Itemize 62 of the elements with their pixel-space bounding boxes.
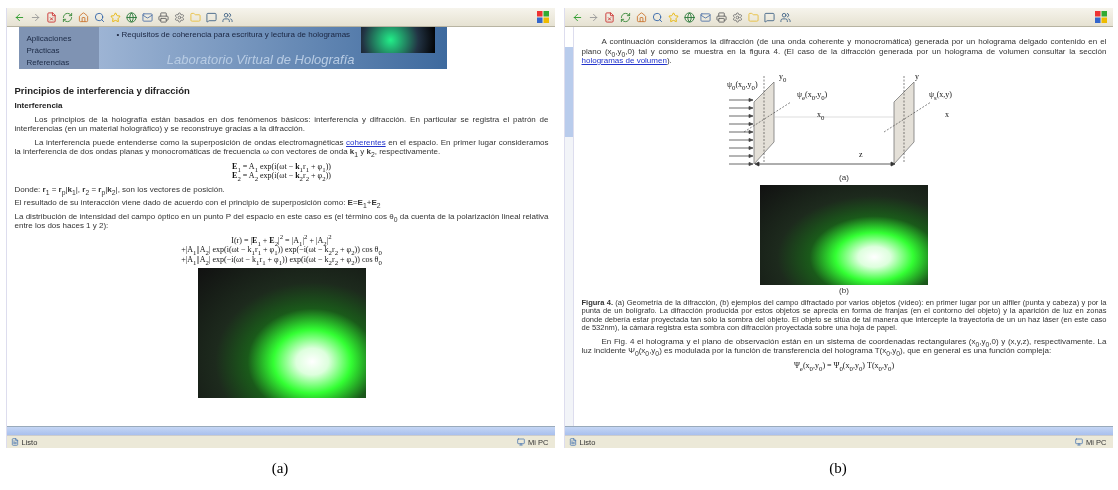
tools-button[interactable] <box>172 10 186 24</box>
link[interactable]: coherentes <box>346 137 386 147</box>
computer-icon <box>517 438 526 446</box>
subsection-heading: Interferencia <box>14 101 64 111</box>
horizontal-scrollbar[interactable] <box>6 426 555 435</box>
figure-label: (a) <box>839 172 849 182</box>
stop-button[interactable] <box>44 10 58 24</box>
nav-link[interactable]: Prácticas <box>26 46 99 55</box>
page-icon <box>568 438 577 446</box>
print-button[interactable] <box>156 10 170 24</box>
paragraph: La interferencia puede entenderse como la superposición de ondas electromagnéticas coherentes en el espacio. En primer lugar consideramos la interferencia de dos ondas planas y monocromáticas de frecuencia ω con vectores de onda k$_{1}$ y k$_{2}$, respectivamente. <box>14 137 549 157</box>
diagram-label: x$_{0}$ <box>817 109 825 119</box>
incoming-arrows-drawing <box>728 97 754 166</box>
section-heading: Principios de interferencia y difracción <box>14 85 191 96</box>
figure-caption: (b) <box>829 460 847 477</box>
equation-line: E$_{2}$ = A$_{2}$ exp(i(ωt − k$_{2}$r$_{2}$ + φ$_{2}$)) <box>232 171 331 181</box>
diagram-label: y <box>915 71 919 81</box>
windows-logo-icon <box>1094 11 1107 23</box>
diagram-label: ψ$_{s}$(x,y) <box>929 89 952 99</box>
search-button[interactable] <box>650 10 664 24</box>
refresh-button[interactable] <box>60 10 74 24</box>
search-button[interactable] <box>92 10 106 24</box>
mail-button[interactable] <box>698 10 712 24</box>
paragraph: La distribución de intensidad del campo óptico en un punto P del espacio en este caso es (el término cos θ$_{0}$ da cuenta de la polarización lineal relativa entre los dos haces 1 y 2): <box>14 211 549 231</box>
contacts-button[interactable] <box>220 10 234 24</box>
tools-button[interactable] <box>730 10 744 24</box>
stop-button[interactable] <box>602 10 616 24</box>
home-button[interactable] <box>634 10 648 24</box>
horizontal-scrollbar[interactable] <box>564 426 1113 435</box>
equation-line: Ψ$_{e}$(x$_{0}$,y$_{0}$) = Ψ$_{0}$(x$_{0}$,y$_{0}$) T(x$_{0}$,y$_{0}$) <box>793 360 895 370</box>
paragraph: El resultado de su interacción viene dado de acuerdo con el principio de superposición como: E=E$_{1}$+E$_{2}$ <box>14 198 382 208</box>
equation-line: +|A$_{1}$||A$_{2}$| exp(i(ωt − k$_{1}$r$_{1}$ + φ$_{1}$)) exp(−i(ωt − k$_{2}$r$_{2}$ + φ$_{2}$)) cos θ$_{0}$ <box>181 245 382 255</box>
figure-caption: (a) <box>271 460 289 477</box>
equation-line: E$_{1}$ = A$_{1}$ exp(i(ωt − k$_{1}$r$_{1}$ + φ$_{1}$)) <box>232 161 331 171</box>
history-button[interactable] <box>682 10 696 24</box>
figure-label: (b) <box>839 286 849 296</box>
messenger-button[interactable] <box>204 10 218 24</box>
paragraph: A continuación consideramos la difracción (de una onda coherente y monocromática) generada por un holograma delgado contenido en el plano (x$_{0}$,y$_{0}$,0) tal y como se muestra en la figura 4. (El caso de la difracción generada por un holograma de volumen consultar la sección hologramas de volumen). <box>581 37 1107 66</box>
home-button[interactable] <box>76 10 90 24</box>
equation-line: I(r) = |E$_{1}$ + E$_{2}$|$^{2}$ = |A$_{1}$|$^{2}$ + |A$_{2}$|$^{2}$ <box>231 235 332 245</box>
contacts-button[interactable] <box>778 10 792 24</box>
print-button[interactable] <box>714 10 728 24</box>
equation-line: +|A$_{1}$||A$_{2}$| exp(−i(ωt − k$_{1}$r$_{1}$ + φ$_{1}$)) exp(i(ωt − k$_{2}$r$_{2}$ + φ$_{2}$)) cos θ$_{0}$ <box>181 254 382 264</box>
mail-button[interactable] <box>140 10 154 24</box>
diagram-label: ψ$_{0}$(x$_{0}$,y$_{0}$) <box>727 79 758 89</box>
nav-link[interactable]: Referencias <box>26 58 99 67</box>
paragraph: En Fig. 4 el holograma y el plano de observación están en un sistema de coordenadas rectangulares (x$_{0}$,y$_{0}$,0) y (x,y,z), respectivamente. La luz incidente Ψ$_{0}$(x$_{0}$,y$_{0}$) es modulada por la función de transferencia del holograma T(x$_{0}$,y$_{0}$), que en general es una función compleja: <box>581 336 1107 356</box>
diagram-label: ψ$_{e}$(x$_{0}$,y$_{0}$) <box>797 89 828 99</box>
diagram-label: z <box>859 149 863 159</box>
messenger-button[interactable] <box>762 10 776 24</box>
computer-icon <box>1075 438 1084 446</box>
site-title: Laboratorio Virtual de Holografía <box>166 52 356 67</box>
windows-logo-icon <box>536 11 549 23</box>
link[interactable]: hologramas de volumen <box>581 56 667 65</box>
paragraph: Los principios de la holografía están basados en dos fenómenos básicos: interferencia y difracción. En particular se registra el patrón de interferencias (en un material holográfico) y se reconstruye gracias a la difracción. <box>14 114 549 134</box>
nav-link[interactable]: Aplicaciones <box>26 34 99 43</box>
diagram-label: x <box>945 109 949 119</box>
page-icon <box>10 438 19 446</box>
banner-link[interactable]: • Requisitos de coherencia para escritura y lectura de hologramas <box>116 30 361 39</box>
diagram-label: y$_{0}$ <box>779 71 787 81</box>
history-button[interactable] <box>124 10 138 24</box>
refresh-button[interactable] <box>618 10 632 24</box>
